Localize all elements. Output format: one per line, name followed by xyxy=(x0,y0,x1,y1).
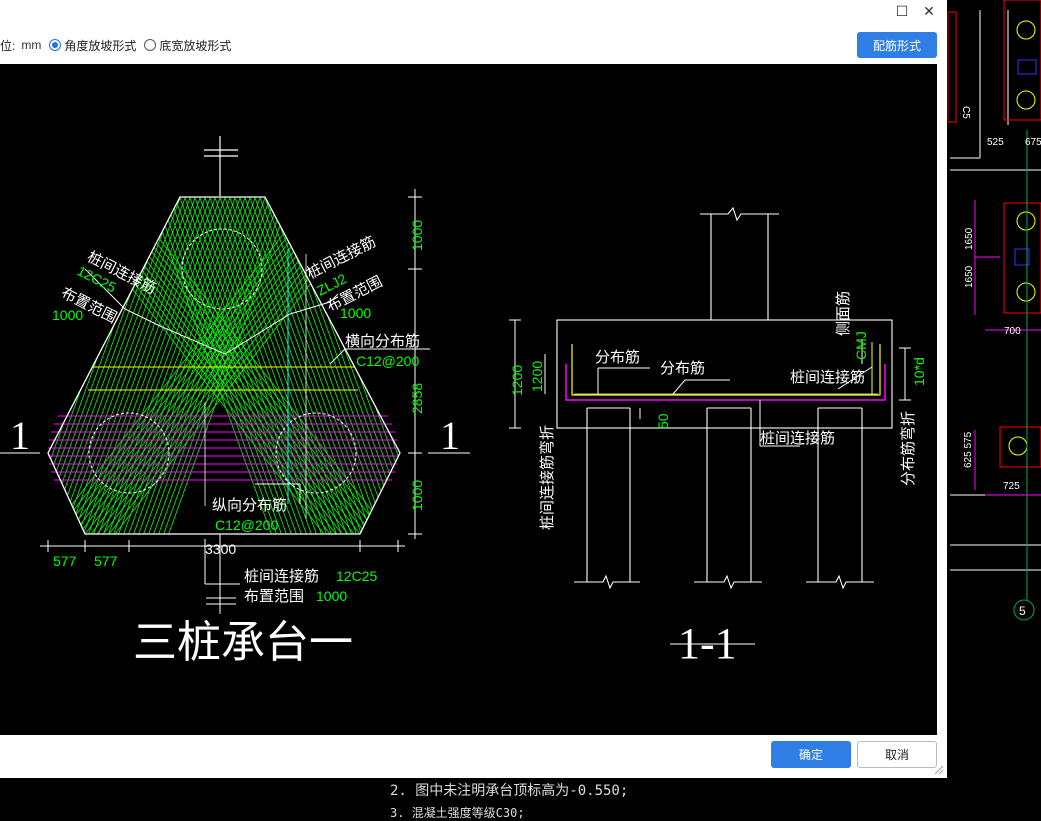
section-label-conn-right: 桩间连接筋 xyxy=(790,369,865,386)
unit-value: mm xyxy=(21,38,42,52)
radio-bottom-label: 底宽放坡形式 xyxy=(159,38,232,53)
bg-dim-1650-b: 1650 xyxy=(964,265,975,288)
plan-dim-d2: 577 xyxy=(94,553,118,569)
plan-label-bottom-conn: 桩间连接筋 xyxy=(244,568,319,585)
section-label-side: 侧面筋 xyxy=(835,291,852,336)
plan-dim-total: 3300 xyxy=(205,541,236,557)
bg-axis-5: 5 xyxy=(1019,604,1026,618)
plan-dim-v1: 1000 xyxy=(409,220,425,251)
plan-dim-v2: 2858 xyxy=(409,383,425,414)
resize-grip-icon[interactable] xyxy=(935,766,943,774)
column-symbol-top xyxy=(204,136,238,196)
ok-button[interactable]: 确定 xyxy=(771,741,851,768)
drawing-canvas[interactable]: 桩间连接筋 12C25 布置范围 1000 桩间连接筋 ZLJ2 布置范围 10… xyxy=(0,64,937,735)
plan-label-bottom-code: 12C25 xyxy=(336,568,377,584)
section-dim-50: 50 xyxy=(655,413,671,429)
plan-title: 三桩承台一 xyxy=(133,617,353,668)
reinforcement-dialog: ☐ ✕ 位: mm 角度放坡形式 底宽放坡形式 配筋形式 桩间连接筋 12C25… xyxy=(0,0,947,778)
plan-label-transverse: 横向分布筋 xyxy=(345,333,420,350)
maximize-icon[interactable]: ☐ xyxy=(891,2,913,22)
bg-dim-725: 725 xyxy=(1003,481,1020,492)
section-mark-left: 1 xyxy=(10,413,30,458)
plan-label-bottom-range: 布置范围 xyxy=(244,588,304,605)
background-note-1: 2. 图中未注明承台顶标高为-0.550; xyxy=(390,783,629,799)
plan-label-longitudinal: 纵向分布筋 xyxy=(212,497,287,514)
section-dim-h2: 1200 xyxy=(529,361,545,392)
radio-bottom-width-slope[interactable]: 底宽放坡形式 xyxy=(144,37,231,54)
plan-dim-v3: 1000 xyxy=(409,480,425,511)
slope-options-bar: 位: mm 角度放坡形式 底宽放坡形式 xyxy=(0,36,239,54)
background-note-2: 3. 混凝土强度等级C30; xyxy=(390,806,525,820)
section-label-dist2: 分布筋 xyxy=(660,360,705,377)
section-label-side-code: CMJ xyxy=(853,331,869,360)
cancel-button[interactable]: 取消 xyxy=(857,741,937,768)
section-dim-h1: 1200 xyxy=(509,365,525,396)
rebar-config-button[interactable]: 配筋形式 xyxy=(857,32,937,58)
radio-angle-slope[interactable]: 角度放坡形式 xyxy=(49,37,136,54)
section-label-right-bend: 分布筋弯折 xyxy=(900,411,917,486)
plan-label-left-range-val: 1000 xyxy=(52,307,83,323)
section-label-dist1: 分布筋 xyxy=(595,349,640,366)
bg-dim-1650-a: 1650 xyxy=(964,227,975,250)
radio-selected-icon[interactable] xyxy=(49,39,62,51)
section-label-conn-bottom: 桩间连接筋 xyxy=(760,430,835,447)
bg-dim-625-575: 625 575 xyxy=(963,431,974,468)
section-title: 1-1 xyxy=(678,619,737,668)
pile-cap-drawing: 桩间连接筋 12C25 布置范围 1000 桩间连接筋 ZLJ2 布置范围 10… xyxy=(0,136,927,668)
radio-unselected-icon[interactable] xyxy=(144,39,157,51)
plan-label-bottom-range-val: 1000 xyxy=(316,588,347,604)
bg-label-c5: C5 xyxy=(960,106,971,119)
bg-dim-525: 525 xyxy=(987,137,1004,148)
plan-dim-d1: 577 xyxy=(53,553,77,569)
unit-label: 位: xyxy=(0,38,16,53)
section-label-left-bend: 桩间连接筋弯折 xyxy=(539,425,556,530)
bg-dim-675: 675 xyxy=(1025,137,1041,148)
plan-label-right-range-val: 1000 xyxy=(340,305,371,321)
bg-dim-700: 700 xyxy=(1004,326,1021,337)
plan-label-longitudinal-code: C12@200 xyxy=(215,517,278,533)
section-mark-right: 1 xyxy=(440,413,460,458)
plan-label-transverse-code: C12@200 xyxy=(356,353,419,369)
close-icon[interactable]: ✕ xyxy=(918,2,940,22)
section-outline xyxy=(556,206,893,590)
radio-angle-label: 角度放坡形式 xyxy=(64,38,137,53)
section-dim-10d: 10*d xyxy=(911,357,927,386)
